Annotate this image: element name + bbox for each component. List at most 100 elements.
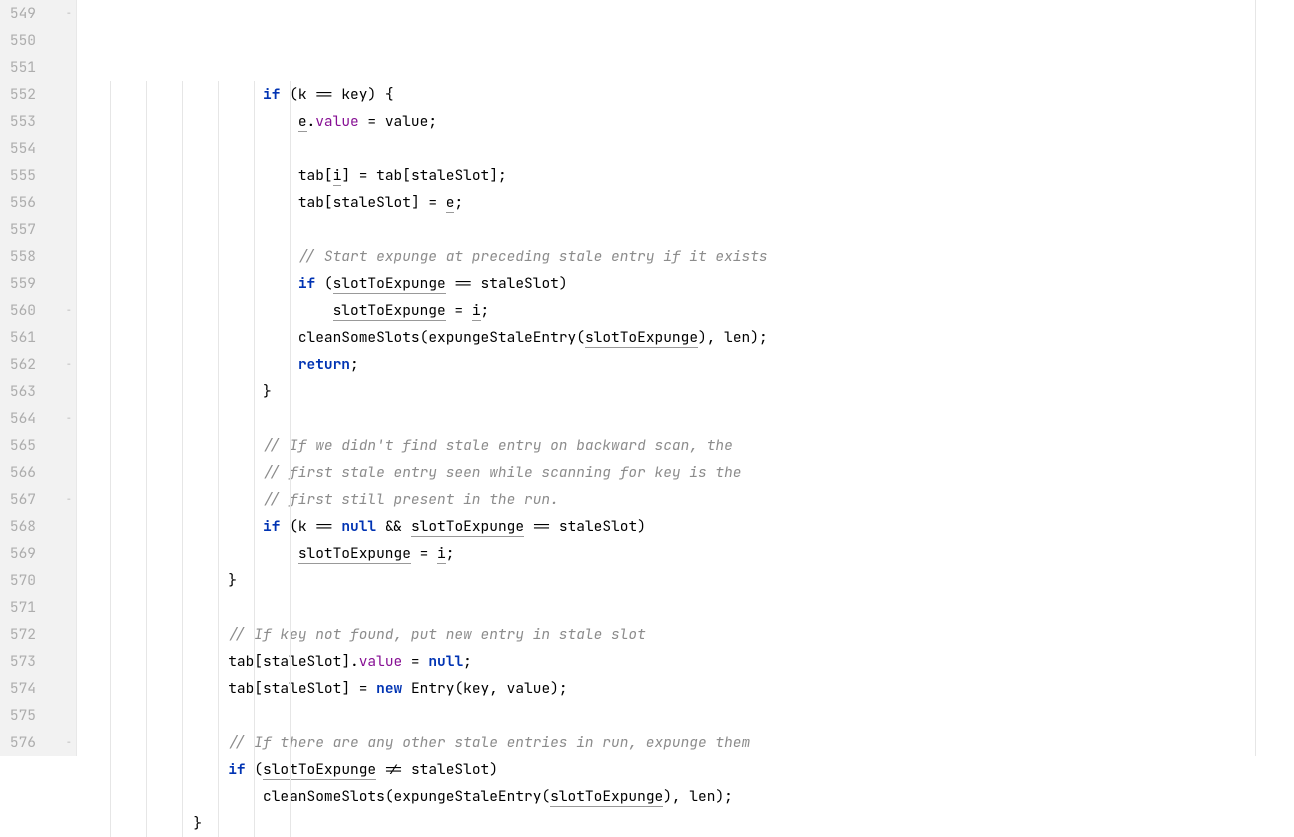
code-line[interactable]: } (89, 378, 1294, 405)
code-line[interactable]: // If there are any other stale entries … (89, 729, 1294, 756)
code-line[interactable]: } (89, 810, 1294, 837)
line-number[interactable]: 573 (0, 648, 36, 675)
line-number-gutter[interactable]: 549 − 550551552553554555556557558559560 − 56… (0, 0, 77, 756)
identifier: staleSlot (411, 760, 489, 779)
indent-guide (146, 729, 147, 756)
line-number[interactable]: 558 (0, 243, 36, 270)
indent-guide (254, 486, 255, 513)
line-number[interactable]: 557 (0, 216, 36, 243)
fold-marker-icon[interactable]: − (64, 8, 74, 18)
line-number[interactable]: 560 (0, 297, 36, 324)
line-number[interactable]: 569 (0, 540, 36, 567)
indent-guide (182, 486, 183, 513)
line-number[interactable]: 551 (0, 54, 36, 81)
code-line[interactable]: tab[staleSlot] = new Entry(key, value); (89, 675, 1294, 702)
code-line[interactable]: // first stale entry seen while scanning… (89, 459, 1294, 486)
indent-guide (290, 162, 291, 189)
identifier: staleSlot (333, 193, 411, 212)
code-line[interactable]: slotToExpunge = i; (89, 540, 1294, 567)
operator: != (385, 760, 402, 779)
line-number[interactable]: 576 (0, 729, 36, 756)
identifier: tab (376, 166, 402, 185)
fold-marker-icon[interactable]: − (64, 737, 74, 747)
line-number[interactable]: 566 (0, 459, 36, 486)
code-line[interactable]: // first still present in the run. (89, 486, 1294, 513)
indent-guide (110, 756, 111, 783)
code-line[interactable] (89, 594, 1294, 621)
line-number[interactable]: 565 (0, 432, 36, 459)
code-line[interactable]: if (k == null && slotToExpunge == staleS… (89, 513, 1294, 540)
line-number[interactable]: 552 (0, 81, 36, 108)
punct (402, 760, 411, 779)
code-line[interactable]: tab[staleSlot].value = null; (89, 648, 1294, 675)
indent-guide (110, 81, 111, 108)
indent-guide (290, 567, 291, 594)
code-line[interactable]: tab[i] = tab[staleSlot]; (89, 162, 1294, 189)
indent (89, 112, 298, 131)
code-line[interactable]: // If key not found, put new entry in st… (89, 621, 1294, 648)
code-line[interactable]: // If we didn't find stale entry on back… (89, 432, 1294, 459)
indent-guide (182, 783, 183, 810)
indent-guide (290, 513, 291, 540)
line-number[interactable]: 559 (0, 270, 36, 297)
indent-guide (290, 351, 291, 378)
line-number[interactable]: 570 (0, 567, 36, 594)
code-line[interactable]: // Start expunge at preceding stale entr… (89, 243, 1294, 270)
line-number[interactable]: 549 (0, 0, 36, 27)
line-number[interactable]: 563 (0, 378, 36, 405)
code-line[interactable]: return; (89, 351, 1294, 378)
fold-marker-icon[interactable]: − (64, 494, 74, 504)
indent-guide (146, 135, 147, 162)
identifier-reassigned: i (472, 301, 481, 321)
line-number[interactable]: 553 (0, 108, 36, 135)
punct: ; (446, 544, 455, 563)
punct: } (193, 814, 202, 833)
code-line[interactable]: if (slotToExpunge != staleSlot) (89, 756, 1294, 783)
line-number[interactable]: 575 (0, 702, 36, 729)
line-number[interactable]: 550 (0, 27, 36, 54)
line-number[interactable]: 572 (0, 621, 36, 648)
indent-guide (218, 621, 219, 648)
code-line[interactable]: cleanSomeSlots(expungeStaleEntry(slotToE… (89, 324, 1294, 351)
punct: [ (254, 679, 263, 698)
indent (89, 166, 298, 185)
code-line[interactable]: tab[staleSlot] = e; (89, 189, 1294, 216)
indent-guide (218, 297, 219, 324)
line-number[interactable]: 574 (0, 675, 36, 702)
identifier-reassigned: slotToExpunge (333, 274, 446, 294)
indent-guide (146, 324, 147, 351)
line-number[interactable]: 567 (0, 486, 36, 513)
fold-marker-icon[interactable]: − (64, 413, 74, 423)
line-number[interactable]: 561 (0, 324, 36, 351)
code-line[interactable]: if (slotToExpunge == staleSlot) (89, 270, 1294, 297)
line-number[interactable]: 568 (0, 513, 36, 540)
line-number[interactable]: 556 (0, 189, 36, 216)
identifier: len (689, 787, 715, 806)
line-number[interactable]: 571 (0, 594, 36, 621)
indent-guide (146, 810, 147, 837)
fold-marker-icon[interactable]: − (64, 305, 74, 315)
indent-guide (218, 189, 219, 216)
code-line[interactable]: } (89, 567, 1294, 594)
indent-guide (110, 189, 111, 216)
code-line[interactable]: if (k == key) { (89, 81, 1294, 108)
code-line[interactable]: e.value = value; (89, 108, 1294, 135)
indent-guide (218, 459, 219, 486)
code-line[interactable] (89, 216, 1294, 243)
indent-guide (110, 432, 111, 459)
line-number[interactable]: 555 (0, 162, 36, 189)
code-line[interactable] (89, 135, 1294, 162)
code-line[interactable]: slotToExpunge = i; (89, 297, 1294, 324)
indent-guide (110, 513, 111, 540)
comment: // If we didn't find stale entry on back… (263, 436, 733, 455)
line-number[interactable]: 554 (0, 135, 36, 162)
code-line[interactable] (89, 405, 1294, 432)
fold-marker-icon[interactable]: − (64, 359, 74, 369)
line-number[interactable]: 562 (0, 351, 36, 378)
code-line[interactable]: cleanSomeSlots(expungeStaleEntry(slotToE… (89, 783, 1294, 810)
code-area[interactable]: if (k == key) { e.value = value; tab[i] … (77, 0, 1294, 756)
punct: ( (454, 679, 463, 698)
line-number[interactable]: 564 (0, 405, 36, 432)
code-editor[interactable]: 549 − 550551552553554555556557558559560 − 56… (0, 0, 1294, 756)
code-line[interactable] (89, 702, 1294, 729)
